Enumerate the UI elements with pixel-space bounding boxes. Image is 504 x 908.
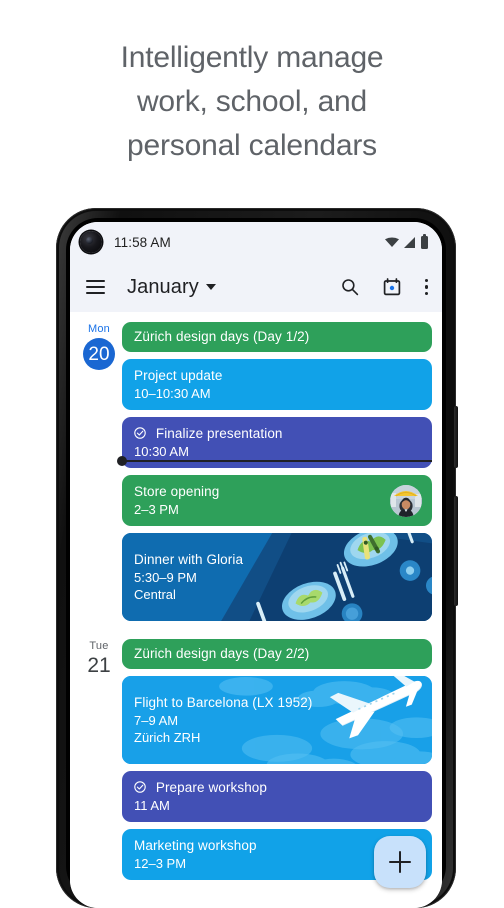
event-time: 7–9 AM (134, 713, 179, 728)
event-time: 11 AM (134, 798, 170, 813)
event-title: Prepare workshop (134, 779, 420, 797)
more-vert-icon[interactable] (424, 279, 428, 295)
day-weekday: Mon (88, 323, 110, 335)
task-title-text: Finalize presentation (155, 426, 283, 441)
day-number: 21 (87, 654, 111, 677)
event-card[interactable]: Dinner with Gloria 5:30–9 PM Central (122, 533, 432, 621)
front-camera-cutout (80, 231, 102, 253)
task-title-text: Prepare workshop (155, 780, 268, 795)
calendar-today-icon[interactable] (383, 278, 401, 296)
headline-line-1: Intelligently manage (120, 41, 384, 74)
event-time: 2–3 PM (134, 502, 179, 517)
wifi-icon (385, 237, 399, 247)
event-title: Zürich design days (Day 1/2) (134, 329, 310, 344)
battery-icon (421, 233, 428, 249)
day-column: Mon 20 (76, 320, 122, 621)
agenda-list[interactable]: Mon 20 Zürich design days (Day 1/2) Proj… (70, 312, 442, 908)
event-time: 10:30 AM (134, 444, 189, 459)
event-title: Zürich design days (Day 2/2) (134, 646, 310, 661)
task-check-icon (134, 781, 146, 793)
event-title: Flight to Barcelona (LX 1952) (134, 695, 313, 710)
day-events: Zürich design days (Day 1/2) Project upd… (122, 320, 432, 621)
event-title: Dinner with Gloria (134, 552, 244, 567)
app-bar: January (70, 262, 442, 312)
phone-volume-button[interactable] (454, 406, 458, 468)
status-icons (385, 233, 428, 249)
app-bar-actions (341, 278, 428, 296)
event-time: 10–10:30 AM (134, 386, 211, 401)
day-number: 20 (83, 338, 115, 370)
phone-mockup: 11:58 AM January Mon 20 Zürich design da… (56, 208, 458, 908)
phone-screen: 11:58 AM January Mon 20 Zürich design da… (70, 222, 442, 908)
event-title: Store opening (134, 484, 220, 499)
event-card[interactable]: Project update 10–10:30 AM (122, 359, 432, 410)
event-card[interactable]: Store opening 2–3 PM (122, 475, 432, 526)
headline-line-3: personal calendars (127, 129, 377, 162)
chevron-down-icon[interactable] (205, 284, 216, 290)
status-bar: 11:58 AM (70, 222, 442, 262)
event-card[interactable]: Flight to Barcelona (LX 1952) 7–9 AM Zür… (122, 676, 432, 764)
event-time: 5:30–9 PM (134, 570, 197, 585)
search-icon[interactable] (341, 278, 359, 296)
current-time-indicator (117, 456, 432, 466)
event-location: Zürich ZRH (134, 730, 201, 745)
phone-power-button[interactable] (454, 496, 458, 606)
plus-icon (389, 851, 411, 873)
status-time: 11:58 AM (114, 234, 171, 250)
event-location: Central (134, 587, 176, 602)
event-title: Project update (134, 368, 223, 383)
day-block: Mon 20 Zürich design days (Day 1/2) Proj… (70, 318, 442, 621)
hamburger-menu-icon[interactable] (86, 280, 105, 294)
page-headline: Intelligently manage work, school, and p… (0, 36, 504, 168)
day-column: Tue 21 (76, 637, 122, 880)
task-card[interactable]: Prepare workshop 11 AM (122, 771, 432, 822)
signal-icon (404, 236, 415, 248)
avatar (390, 484, 422, 517)
event-title: Finalize presentation (134, 425, 420, 443)
month-label[interactable]: January (127, 276, 199, 299)
headline-line-2: work, school, and (136, 85, 368, 118)
add-event-fab[interactable] (374, 836, 426, 888)
avatar-photo (390, 484, 422, 517)
event-card[interactable]: Zürich design days (Day 1/2) (122, 322, 432, 352)
event-card[interactable]: Zürich design days (Day 2/2) (122, 639, 432, 669)
task-check-icon (134, 427, 146, 439)
day-weekday: Tue (89, 640, 109, 652)
